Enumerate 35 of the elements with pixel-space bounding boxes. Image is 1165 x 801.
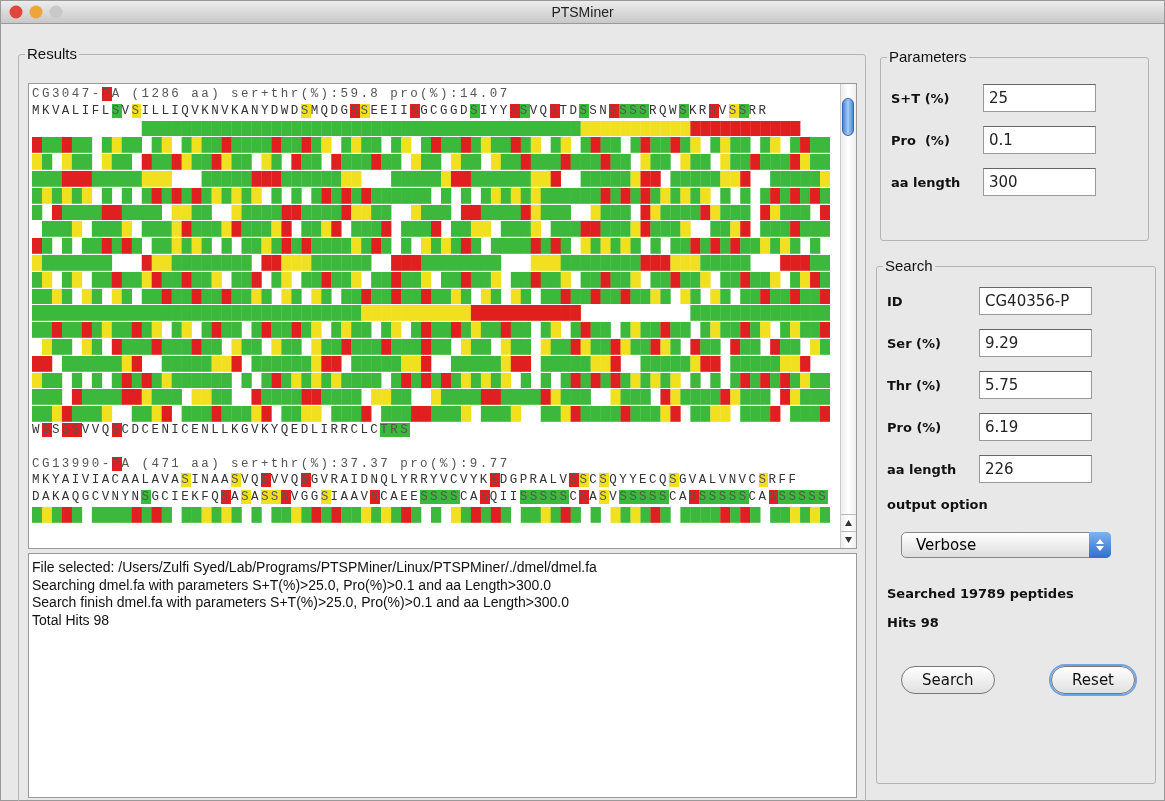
action-button[interactable]: Search xyxy=(901,666,995,694)
field-label: Ser (%) xyxy=(887,335,943,351)
status-text: Searched 19789 peptides xyxy=(887,586,1075,601)
window-title: PTSMiner xyxy=(551,4,614,20)
field-label: aa length xyxy=(891,174,962,190)
status-text: Hits 98 xyxy=(887,615,940,630)
input-field[interactable]: 25 xyxy=(983,84,1096,112)
input-field[interactable]: 0.1 xyxy=(983,126,1096,154)
group-title: Results xyxy=(25,45,80,62)
log-line: Search finish dmel.fa with parameters S+T(%)>25.0, Pro(%)>0.1 and aa Length>300.0 xyxy=(32,594,570,612)
field-label: Thr (%) xyxy=(887,377,942,393)
stepper-icon xyxy=(1096,539,1104,551)
input-field[interactable]: CG40356-P xyxy=(979,287,1092,315)
input-field[interactable]: 6.19 xyxy=(979,413,1092,441)
field-label: S+T (%) xyxy=(891,90,951,106)
output-dropdown[interactable]: Verbose xyxy=(901,532,1111,558)
group-title: Search xyxy=(883,257,935,274)
field-label: Pro (%) xyxy=(887,419,943,435)
field-label: Pro (%) xyxy=(891,132,951,148)
close-icon[interactable] xyxy=(9,5,23,19)
log-line: File selected: /Users/Zulfi Syed/Lab/Programs/PTSPMiner/Linux/PTSPMiner/./dmel/dmel.fa xyxy=(32,559,598,577)
input-field[interactable]: 226 xyxy=(979,455,1092,483)
action-button[interactable]: Reset xyxy=(1051,666,1135,694)
scroll-up-icon[interactable] xyxy=(845,520,852,526)
option-label: output option xyxy=(887,497,989,512)
scroll-down-icon[interactable] xyxy=(845,537,852,543)
scroll-thumb[interactable] xyxy=(842,98,854,136)
field-label: aa length xyxy=(887,461,958,477)
input-field[interactable]: 9.29 xyxy=(979,329,1092,357)
log-line: Searching dmel.fa with parameters S+T(%)>25.0, Pro(%)>0.1 and aa Length>300.0 xyxy=(32,576,553,594)
scrollbar[interactable] xyxy=(840,84,856,548)
field-label: ID xyxy=(887,293,904,309)
input-field[interactable]: 300 xyxy=(983,168,1096,196)
log-line: Total Hits 98 xyxy=(32,611,111,629)
input-field[interactable]: 5.75 xyxy=(979,371,1092,399)
